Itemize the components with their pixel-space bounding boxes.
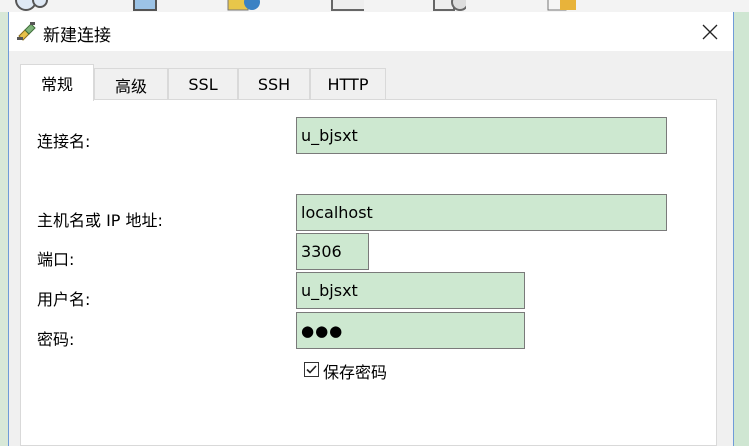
tab-ssh[interactable]: SSH [238,68,310,100]
toolbar-schedule-icon[interactable] [432,0,466,12]
dialog-titlebar[interactable]: 新建连接 [9,12,733,51]
dialog-body: 常规 高级 SSL SSH HTTP 连接名: u_bjsxt 主机名或 IP … [9,51,733,446]
username-value: u_bjsxt [301,281,358,300]
save-password-label[interactable]: 保存密码 [323,359,387,383]
tab-ssl-label: SSL [188,75,218,94]
connection-name-value: u_bjsxt [301,126,358,145]
dialog-title: 新建连接 [43,26,111,46]
host-label: 主机名或 IP 地址: [37,211,163,230]
port-input[interactable]: 3306 [296,233,369,270]
port-label: 端口: [37,250,75,269]
tab-general-label: 常规 [40,75,73,94]
username-input[interactable]: u_bjsxt [296,272,525,309]
connection-name-input[interactable]: u_bjsxt [296,117,667,154]
host-input[interactable]: localhost [296,194,667,231]
background-toolbar [0,0,749,12]
password-input[interactable]: ●●● [296,312,525,349]
save-password-checkbox[interactable] [304,362,319,377]
tab-ssh-label: SSH [257,75,291,94]
tab-ssl[interactable]: SSL [168,68,238,100]
username-label: 用户名: [37,290,91,309]
tab-http-label: HTTP [327,75,369,94]
tab-advanced[interactable]: 高级 [94,68,168,100]
background-right-panel [734,12,749,446]
toolbar-connection-icon[interactable] [14,0,48,12]
tab-general[interactable]: 常规 [20,64,94,101]
toolbar-lock-icon[interactable] [544,0,578,12]
toolbar-table-icon[interactable] [330,0,364,12]
toolbar-user-icon[interactable] [128,0,162,12]
password-value: ●●● [301,321,344,340]
general-tab-panel: 连接名: u_bjsxt 主机名或 IP 地址: localhost 端口: 3… [20,99,717,446]
close-icon [702,24,718,39]
password-label: 密码: [37,330,75,349]
connection-icon [17,22,36,41]
tab-bar: 常规 高级 SSL SSH HTTP [20,64,730,101]
checkmark-icon [306,365,317,374]
new-connection-dialog: 新建连接 常规 高级 SSL SSH HTTP 连接名: u_bjsxt 主机名… [8,12,734,446]
host-value: localhost [301,203,373,222]
tab-advanced-label: 高级 [114,76,147,96]
connection-name-label: 连接名: [37,132,91,151]
tab-http[interactable]: HTTP [310,68,386,100]
toolbar-function-icon[interactable] [226,0,260,12]
port-value: 3306 [301,242,342,261]
close-button[interactable] [687,12,733,51]
